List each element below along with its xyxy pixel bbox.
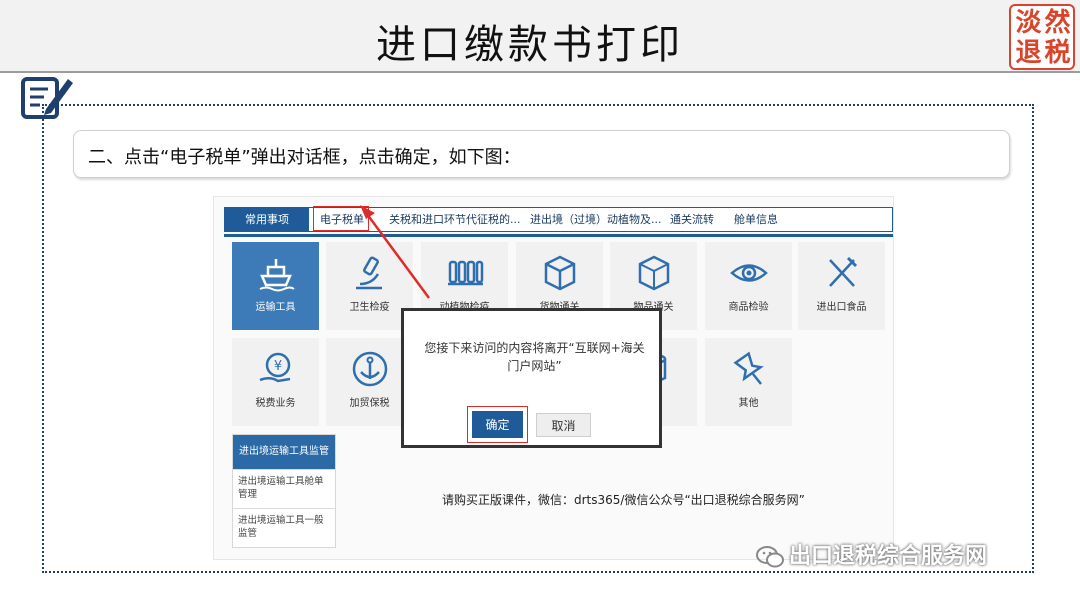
wechat-icon bbox=[756, 546, 784, 568]
red-arrow bbox=[360, 205, 431, 299]
watermark: 出口退税综合服务网 bbox=[755, 538, 987, 570]
watermark-text: 出口退税综合服务网 bbox=[789, 544, 988, 569]
